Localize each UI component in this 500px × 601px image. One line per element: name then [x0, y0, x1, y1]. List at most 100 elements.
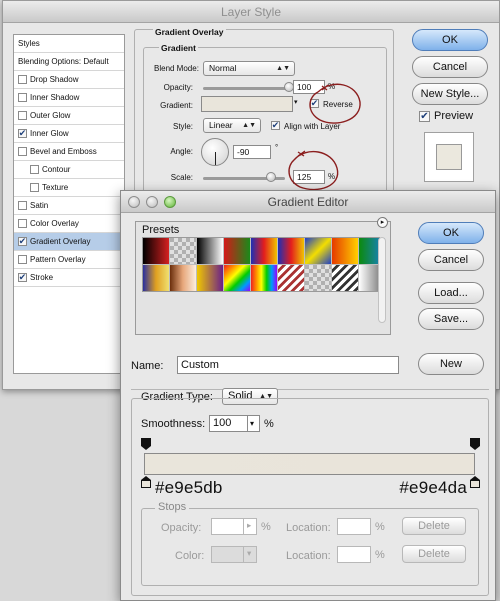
- blending-options[interactable]: Blending Options: Default: [14, 53, 124, 71]
- effect-item[interactable]: Satin: [14, 197, 124, 215]
- effect-item[interactable]: Bevel and Emboss: [14, 143, 124, 161]
- effect-checkbox[interactable]: ✔: [18, 129, 27, 138]
- delete-color-stop-button[interactable]: Delete: [402, 545, 466, 563]
- effect-label: Stroke: [30, 272, 54, 282]
- stop-opacity-dropdown-icon[interactable]: ▸: [243, 518, 257, 535]
- presets-panel: Presets: [135, 221, 391, 335]
- align-with-layer-checkbox[interactable]: ✔: [271, 121, 280, 130]
- new-style-button[interactable]: New Style...: [412, 83, 488, 105]
- ok-button[interactable]: OK: [412, 29, 488, 51]
- effect-checkbox[interactable]: [18, 255, 27, 264]
- effect-label: Outer Glow: [30, 110, 71, 120]
- stop-color-dropdown-icon[interactable]: ▾: [243, 546, 257, 563]
- preset-swatch[interactable]: [278, 238, 304, 264]
- gradient-bar[interactable]: [144, 453, 475, 475]
- color-stop-right[interactable]: [470, 476, 480, 489]
- effect-checkbox[interactable]: ✔: [18, 237, 27, 246]
- effect-checkbox[interactable]: [18, 219, 27, 228]
- stop-color-location-input[interactable]: [337, 546, 371, 563]
- preset-swatch[interactable]: [332, 265, 358, 291]
- effect-checkbox[interactable]: [18, 111, 27, 120]
- angle-input[interactable]: -90: [233, 145, 271, 159]
- smoothness-dropdown-icon[interactable]: ▾: [247, 415, 260, 432]
- save-button[interactable]: Save...: [418, 308, 484, 330]
- gradient-dropdown-icon[interactable]: ▾: [294, 98, 298, 106]
- effect-label: Inner Shadow: [30, 92, 80, 102]
- gradient-editor-title: Gradient Editor: [267, 195, 349, 209]
- preset-swatch[interactable]: [251, 265, 277, 291]
- effect-checkbox[interactable]: [18, 201, 27, 210]
- preset-swatch[interactable]: [224, 265, 250, 291]
- stop-opacity-location-label: Location:: [286, 522, 331, 534]
- effect-item[interactable]: ✔ Inner Glow: [14, 125, 124, 143]
- effect-checkbox[interactable]: [30, 165, 39, 174]
- stop-opacity-input[interactable]: [211, 518, 245, 535]
- stop-opacity-location-input[interactable]: [337, 518, 371, 535]
- stop-color-swatch[interactable]: [211, 546, 245, 563]
- effect-item[interactable]: ✔ Stroke: [14, 269, 124, 287]
- effect-item[interactable]: Pattern Overlay: [14, 251, 124, 269]
- color-stop-left[interactable]: [141, 476, 151, 489]
- styles-header[interactable]: Styles: [14, 35, 124, 53]
- layer-style-titlebar[interactable]: Layer Style: [3, 1, 499, 23]
- gradient-editor-titlebar[interactable]: Gradient Editor: [121, 191, 495, 213]
- select-arrows-icon: ▲▼: [242, 122, 256, 129]
- editor-ok-button[interactable]: OK: [418, 222, 484, 244]
- preset-swatch[interactable]: [251, 238, 277, 264]
- effect-item[interactable]: ✔ Gradient Overlay: [14, 233, 124, 251]
- effect-item[interactable]: Texture: [14, 179, 124, 197]
- minimize-window-icon[interactable]: [146, 196, 158, 208]
- load-button[interactable]: Load...: [418, 282, 484, 304]
- subsection-title: Gradient: [159, 43, 198, 53]
- scale-slider-knob[interactable]: [266, 172, 276, 182]
- left-color-hex: #e9e5db: [155, 478, 223, 497]
- effect-item[interactable]: Color Overlay: [14, 215, 124, 233]
- effect-item[interactable]: Contour: [14, 161, 124, 179]
- effect-checkbox[interactable]: [18, 147, 27, 156]
- preset-swatch[interactable]: [224, 238, 250, 264]
- cancel-button[interactable]: Cancel: [412, 56, 488, 78]
- effect-label: Drop Shadow: [30, 74, 79, 84]
- effect-checkbox[interactable]: [30, 183, 39, 192]
- preset-swatch[interactable]: [170, 265, 196, 291]
- smoothness-input[interactable]: 100: [209, 415, 249, 432]
- preview-checkbox[interactable]: ✔: [419, 111, 430, 122]
- editor-cancel-button[interactable]: Cancel: [418, 249, 484, 271]
- effect-checkbox[interactable]: ✔: [18, 273, 27, 282]
- new-button[interactable]: New: [418, 353, 484, 375]
- scale-percent: %: [328, 172, 336, 181]
- style-select[interactable]: Linear ▲▼: [203, 118, 261, 133]
- close-window-icon[interactable]: [128, 196, 140, 208]
- preset-swatch[interactable]: [170, 238, 196, 264]
- preset-swatch[interactable]: [278, 265, 304, 291]
- preset-swatch[interactable]: [332, 238, 358, 264]
- presets-menu-icon[interactable]: ▸: [377, 217, 388, 228]
- effect-item[interactable]: Outer Glow: [14, 107, 124, 125]
- effect-checkbox[interactable]: [18, 75, 27, 84]
- effect-item[interactable]: Drop Shadow: [14, 71, 124, 89]
- opacity-stop-left[interactable]: [141, 438, 151, 450]
- preset-swatch[interactable]: [143, 238, 169, 264]
- preset-swatch[interactable]: [143, 265, 169, 291]
- zoom-window-icon[interactable]: [164, 196, 176, 208]
- section-title: Gradient Overlay: [153, 27, 226, 37]
- preset-swatch[interactable]: [197, 238, 223, 264]
- stop-color-location-percent: %: [375, 549, 385, 561]
- reverse-checkbox[interactable]: ✔: [310, 99, 319, 108]
- delete-opacity-stop-button[interactable]: Delete: [402, 517, 466, 535]
- smoothness-label: Smoothness:: [141, 418, 206, 430]
- opacity-input[interactable]: 100: [293, 80, 325, 94]
- scale-input[interactable]: 125: [293, 170, 325, 184]
- effect-checkbox[interactable]: [18, 93, 27, 102]
- opacity-stop-right[interactable]: [470, 438, 480, 450]
- presets-scrollbar[interactable]: [378, 237, 386, 323]
- blend-mode-select[interactable]: Normal ▲▼: [203, 61, 295, 76]
- preset-swatch[interactable]: [305, 265, 331, 291]
- effect-item[interactable]: Inner Shadow: [14, 89, 124, 107]
- gradient-preview-swatch[interactable]: [201, 96, 293, 112]
- preset-swatch[interactable]: [197, 265, 223, 291]
- name-input[interactable]: Custom: [177, 356, 399, 374]
- preset-swatch[interactable]: [305, 238, 331, 264]
- opacity-slider[interactable]: [203, 87, 289, 90]
- angle-dial-icon[interactable]: [201, 138, 229, 166]
